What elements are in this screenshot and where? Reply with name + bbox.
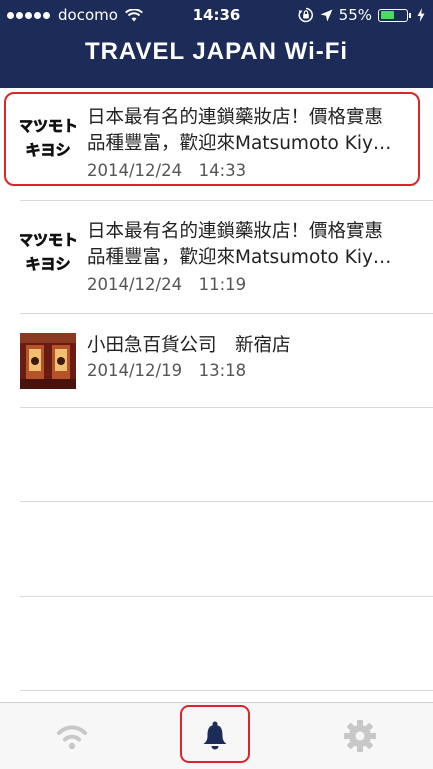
tab-settings[interactable] [330, 703, 390, 769]
matsumoto-kiyoshi-logo: マツモト キヨシ [20, 223, 76, 279]
list-divider [20, 596, 433, 597]
notification-title-line1: 日本最有名的連鎖藥妝店！價格實惠 [87, 221, 384, 242]
notification-item-3[interactable]: 小田急百貨公司 新宿店 2014/12/19 13:18 [20, 333, 433, 389]
list-divider [20, 313, 433, 314]
battery-percentage: 55% [338, 6, 372, 24]
odakyu-store-photo [20, 333, 76, 389]
notification-title-line2: 品種豐富，歡迎來Matsumoto Kiy… [87, 247, 392, 268]
charging-bolt-icon [417, 8, 425, 22]
wifi-icon [57, 725, 87, 750]
notification-title-line2: 品種豐富，歡迎來Matsumoto Kiy… [87, 133, 392, 154]
logo-text-top: マツモト [20, 117, 76, 135]
notification-title-line1: 小田急百貨公司 新宿店 [87, 335, 291, 356]
battery-icon [378, 8, 408, 22]
notification-title-line1: 日本最有名的連鎖藥妝店！價格實惠 [87, 107, 384, 128]
notification-date: 2014/12/24 11:19 [87, 275, 247, 294]
matsumoto-kiyoshi-logo: マツモト キヨシ [20, 109, 76, 165]
location-arrow-icon [320, 9, 333, 21]
bell-icon [203, 721, 227, 750]
notification-date: 2014/12/19 13:18 [87, 361, 247, 380]
notification-item-2[interactable]: マツモト キヨシ 日本最有名的連鎖藥妝店！價格實惠 品種豐富，歡迎來Matsum… [20, 219, 433, 299]
logo-text-top: マツモト [20, 231, 76, 249]
app-header: docomo 14:36 55% TRAVEL JAPAN Wi-Fi [0, 0, 433, 88]
list-divider [20, 501, 433, 502]
tab-wifi[interactable] [42, 703, 102, 769]
list-divider [20, 407, 433, 408]
app-title: TRAVEL JAPAN Wi-Fi [84, 38, 349, 65]
list-divider [20, 200, 433, 201]
tab-bar [0, 702, 433, 769]
status-bar: docomo 14:36 55% [0, 0, 433, 30]
logo-text-bottom: キヨシ [25, 255, 70, 273]
notification-item-1[interactable]: マツモト キヨシ 日本最有名的連鎖藥妝店！價格實惠 品種豐富，歡迎來Matsum… [20, 105, 433, 185]
list-divider [20, 690, 433, 691]
gear-icon [344, 720, 376, 752]
battery-tip [409, 12, 411, 18]
notification-date: 2014/12/24 14:33 [87, 161, 247, 180]
logo-text-bottom: キヨシ [25, 141, 70, 159]
tab-notifications[interactable] [185, 703, 245, 769]
orientation-lock-icon [298, 7, 313, 23]
